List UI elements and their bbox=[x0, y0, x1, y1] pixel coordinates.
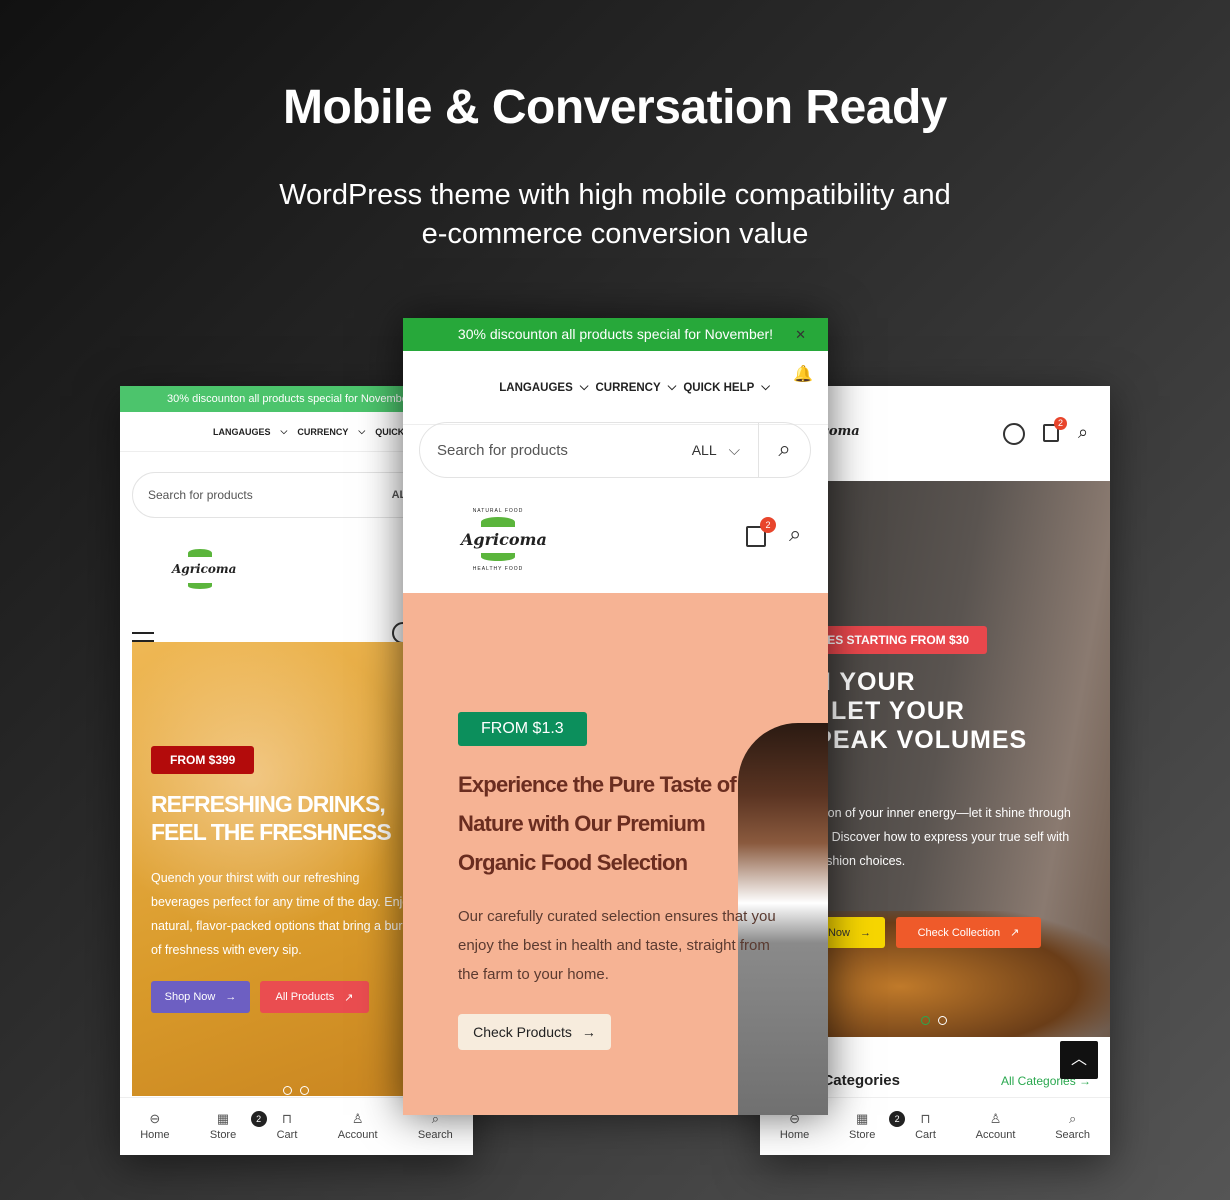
languages-menu[interactable]: LANGAUGES bbox=[213, 427, 271, 437]
chevron-down-icon: ⌵ bbox=[280, 426, 288, 436]
cart-icon: ⊓ bbox=[281, 1111, 293, 1126]
hero-body: Quench your thirst with our refreshing b… bbox=[151, 871, 416, 957]
search-placeholder: Search for products bbox=[148, 488, 253, 502]
currency-menu[interactable]: CURRENCY bbox=[297, 427, 348, 437]
promo-bar: 30% discounton all products special for … bbox=[403, 318, 828, 351]
arrow-up-right-icon: ↗ bbox=[1010, 927, 1020, 939]
cart-count-badge: 2 bbox=[889, 1111, 906, 1127]
check-collection-button[interactable]: Check Collection ↗ bbox=[896, 917, 1041, 948]
home-icon: ⊖ bbox=[149, 1111, 161, 1126]
arrow-up-right-icon: ↗ bbox=[344, 991, 354, 1004]
search-icon[interactable]: ⌕ bbox=[758, 422, 810, 478]
search-icon: ⌕ bbox=[1068, 1111, 1077, 1126]
chevron-down-icon: ⌵ bbox=[728, 441, 740, 459]
cart-count-badge: 2 bbox=[760, 517, 776, 533]
hero-body: Our carefully curated selection ensures … bbox=[458, 908, 776, 983]
arrow-right-icon: → bbox=[581, 1024, 596, 1040]
chevron-down-icon: ⌵ bbox=[358, 426, 366, 436]
center-phone-mockup: 30% discounton all products special for … bbox=[403, 318, 828, 1115]
chevron-down-icon: ⌵ bbox=[579, 381, 589, 393]
page-title: Mobile & Conversation Ready bbox=[283, 81, 947, 134]
cart-count-badge: 2 bbox=[250, 1111, 267, 1127]
store-icon: ▦ bbox=[216, 1111, 230, 1126]
back-to-top-button[interactable]: ︿ bbox=[1060, 1041, 1098, 1079]
account-icon[interactable] bbox=[1003, 423, 1025, 445]
top-nav: LANGAUGES ⌵ CURRENCY ⌵ QUICK HELP ⌵ bbox=[403, 351, 828, 425]
cart-count-badge: 2 bbox=[1054, 417, 1067, 430]
search-placeholder: Search for products bbox=[437, 441, 568, 459]
category-select[interactable]: ALL bbox=[692, 442, 717, 458]
cart-icon: ⊓ bbox=[920, 1111, 931, 1126]
search-icon[interactable]: ⌕ bbox=[789, 521, 801, 547]
nav-home[interactable]: ⊖ Home bbox=[780, 1111, 809, 1141]
nav-store[interactable]: ▦ Store bbox=[210, 1111, 236, 1141]
close-icon[interactable]: ✕ bbox=[795, 318, 806, 351]
search-input[interactable]: Search for products ALL ⌵ ⌕ bbox=[419, 422, 811, 478]
hero-banner: FROM $1.3 Experience the Pure Taste of N… bbox=[403, 593, 828, 1115]
nav-cart[interactable]: 2 ⊓ Cart bbox=[889, 1111, 936, 1141]
arrow-right-icon: → bbox=[225, 991, 237, 1003]
store-icon: ▦ bbox=[856, 1111, 869, 1126]
hero-headline: REFRESHING DRINKS, FEEL THE FRESHNESS bbox=[151, 791, 392, 845]
languages-menu[interactable]: LANGAUGES bbox=[499, 382, 572, 394]
price-badge: FROM $1.3 bbox=[458, 712, 587, 746]
nav-home[interactable]: ⊖ Home bbox=[140, 1111, 169, 1141]
nav-search[interactable]: ⌕ Search bbox=[418, 1111, 453, 1141]
nav-search[interactable]: ⌕ Search bbox=[1055, 1111, 1090, 1141]
currency-menu[interactable]: CURRENCY bbox=[595, 382, 660, 394]
shop-now-button[interactable]: Shop Now→ bbox=[151, 981, 250, 1013]
chevron-down-icon: ⌵ bbox=[761, 381, 770, 393]
chevron-down-icon: ⌵ bbox=[667, 381, 677, 393]
page-subtitle: WordPress theme with high mobile compati… bbox=[279, 179, 951, 250]
nav-account[interactable]: ♙ Account bbox=[338, 1111, 378, 1141]
nav-store[interactable]: ▦ Store bbox=[849, 1111, 875, 1141]
hero-headline: Experience the Pure Taste of Nature with… bbox=[458, 772, 737, 875]
account-icon: ♙ bbox=[989, 1111, 1002, 1126]
search-input[interactable]: Search for products ALL bbox=[132, 472, 432, 518]
carousel-dots[interactable] bbox=[921, 1016, 947, 1025]
notification-bell-icon[interactable]: 🔔 bbox=[793, 364, 813, 384]
check-products-button[interactable]: Check Products → bbox=[458, 1014, 611, 1050]
arrow-right-icon: → bbox=[860, 926, 871, 939]
nav-cart[interactable]: 2 ⊓ Cart bbox=[250, 1111, 297, 1141]
price-badge: FROM $399 bbox=[151, 746, 255, 774]
carousel-dots[interactable] bbox=[283, 1086, 309, 1095]
all-products-button[interactable]: All Products ↗ bbox=[260, 981, 369, 1013]
search-icon[interactable]: ⌕ bbox=[1078, 422, 1088, 443]
account-icon: ♙ bbox=[351, 1111, 364, 1126]
nav-account[interactable]: ♙ Account bbox=[976, 1111, 1016, 1141]
logo: NATURAL FOOD Agricoma HEALTHY FOOD bbox=[461, 508, 547, 572]
quick-help-menu[interactable]: QUICK HELP bbox=[683, 382, 754, 394]
logo: Agricoma bbox=[172, 544, 236, 594]
